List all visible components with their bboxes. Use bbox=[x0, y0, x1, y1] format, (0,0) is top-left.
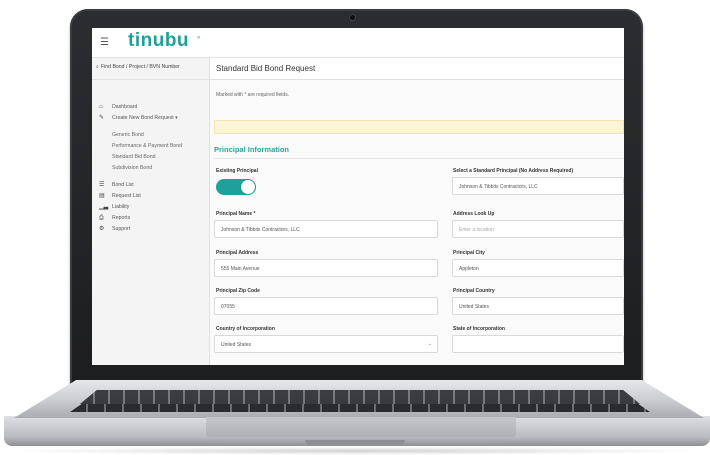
select-principal-label: Select a Standard Principal (No Address … bbox=[453, 168, 574, 174]
principal-name-label: Principal Name * bbox=[216, 211, 256, 217]
sidebar-item-dashboard[interactable]: ⌂ Dashboard bbox=[92, 102, 210, 113]
address-lookup-label: Address Look Up bbox=[453, 211, 495, 217]
section-divider bbox=[214, 158, 624, 159]
chart-icon: ▁▃ bbox=[99, 204, 109, 210]
sidebar-item-bond-list[interactable]: ☰ Bond List bbox=[92, 180, 210, 191]
existing-principal-label: Existing Principal bbox=[216, 168, 258, 174]
sidebar: ⌕ Find Bond / Project / BVN Number ⌂ Dash… bbox=[92, 58, 210, 365]
select-principal-field[interactable]: Johnson & Tibbits Contractors, LLC bbox=[452, 177, 624, 195]
principal-address-label: Principal Address bbox=[216, 250, 259, 256]
sidebar-item-label: Liability bbox=[112, 204, 130, 210]
country-incorporation-select[interactable]: United States ⌄ bbox=[214, 335, 438, 353]
gear-icon: ⚙ bbox=[99, 226, 105, 232]
sidebar-item-reports[interactable]: ⎙ Reports bbox=[92, 213, 210, 224]
principal-address-field[interactable]: 555 Main Avenue bbox=[214, 259, 438, 277]
laptop-notch bbox=[305, 440, 405, 445]
clipboard-icon: ▤ bbox=[99, 193, 105, 199]
hamburger-menu-icon[interactable]: ☰ bbox=[100, 37, 109, 48]
state-incorporation-label: State of Incorporation bbox=[453, 326, 505, 332]
state-incorporation-field[interactable] bbox=[452, 335, 624, 353]
sidebar-item-label: Request List bbox=[112, 193, 141, 199]
sidebar-item-support[interactable]: ⚙ Support bbox=[92, 224, 210, 235]
alert-banner bbox=[214, 120, 624, 134]
webcam-icon bbox=[350, 15, 355, 20]
search-icon: ⌕ bbox=[96, 64, 99, 70]
document-icon: ⎙ bbox=[99, 215, 104, 221]
top-bar: ☰ tinubu ° bbox=[92, 28, 624, 58]
keyboard-row bbox=[70, 404, 650, 412]
bond-search[interactable]: ⌕ Find Bond / Project / BVN Number bbox=[92, 58, 210, 80]
principal-name-field[interactable]: Johnson & Tibbits Contractors, LLC bbox=[214, 220, 438, 238]
search-label: Find Bond / Project / BVN Number bbox=[100, 64, 180, 70]
home-icon: ⌂ bbox=[99, 104, 103, 110]
sidebar-nav: ⌂ Dashboard ✎ Create New Bond Request ▾ … bbox=[92, 102, 210, 235]
sidebar-subitem-standard-bid-bond[interactable]: Standard Bid Bond bbox=[92, 152, 210, 163]
sidebar-item-liability[interactable]: ▁▃ Liability bbox=[92, 202, 210, 213]
principal-city-field[interactable]: Appleton bbox=[452, 259, 624, 277]
sidebar-item-label: Reports bbox=[112, 215, 131, 221]
principal-country-label: Principal Country bbox=[453, 288, 495, 294]
logo-mark: ° bbox=[197, 35, 201, 44]
principal-city-label: Principal City bbox=[453, 250, 485, 256]
sidebar-subitem-subdivision-bond[interactable]: Subdivision Bond bbox=[92, 163, 210, 174]
zip-code-field[interactable]: 07055 bbox=[214, 297, 438, 315]
principal-country-field[interactable]: United States bbox=[452, 297, 624, 315]
sidebar-subitem-performance-bond[interactable]: Performance & Payment Bond bbox=[92, 141, 210, 152]
address-lookup-field[interactable]: Enter a location bbox=[452, 220, 624, 238]
sidebar-item-label: Bond List bbox=[112, 182, 134, 188]
sidebar-item-create-bond[interactable]: ✎ Create New Bond Request ▾ bbox=[92, 113, 210, 124]
toggle-knob bbox=[241, 180, 255, 194]
country-incorporation-value: United States bbox=[221, 342, 252, 348]
pencil-icon: ✎ bbox=[99, 115, 105, 121]
sidebar-subitem-generic-bond[interactable]: Generic Bond bbox=[92, 130, 210, 141]
sidebar-item-request-list[interactable]: ▤ Request List bbox=[92, 191, 210, 202]
sidebar-item-label: Support bbox=[112, 226, 131, 232]
section-title: Principal Information bbox=[214, 145, 290, 154]
existing-principal-toggle[interactable] bbox=[216, 179, 256, 195]
required-fields-note: Marked with * are required fields. bbox=[216, 92, 290, 98]
trackpad bbox=[206, 417, 516, 437]
laptop-shadow bbox=[0, 447, 710, 455]
laptop-screen: ☰ tinubu ° ⌕ Find Bond / Project / BVN Nu… bbox=[92, 28, 624, 365]
chevron-down-icon: ▾ bbox=[175, 115, 178, 121]
country-incorporation-label: Country of Incorporation bbox=[216, 326, 275, 332]
chevron-down-icon: ⌄ bbox=[427, 341, 432, 347]
app-logo[interactable]: tinubu bbox=[128, 30, 189, 52]
list-icon: ☰ bbox=[99, 182, 105, 188]
keyboard bbox=[80, 390, 640, 404]
main-content: Standard Bid Bond Request Marked with * … bbox=[210, 58, 624, 365]
sidebar-item-label: Dashboard bbox=[112, 104, 138, 110]
page-title: Standard Bid Bond Request bbox=[210, 58, 624, 80]
zip-code-label: Principal Zip Code bbox=[216, 288, 260, 294]
sidebar-item-label: Create New Bond Request bbox=[112, 115, 174, 121]
